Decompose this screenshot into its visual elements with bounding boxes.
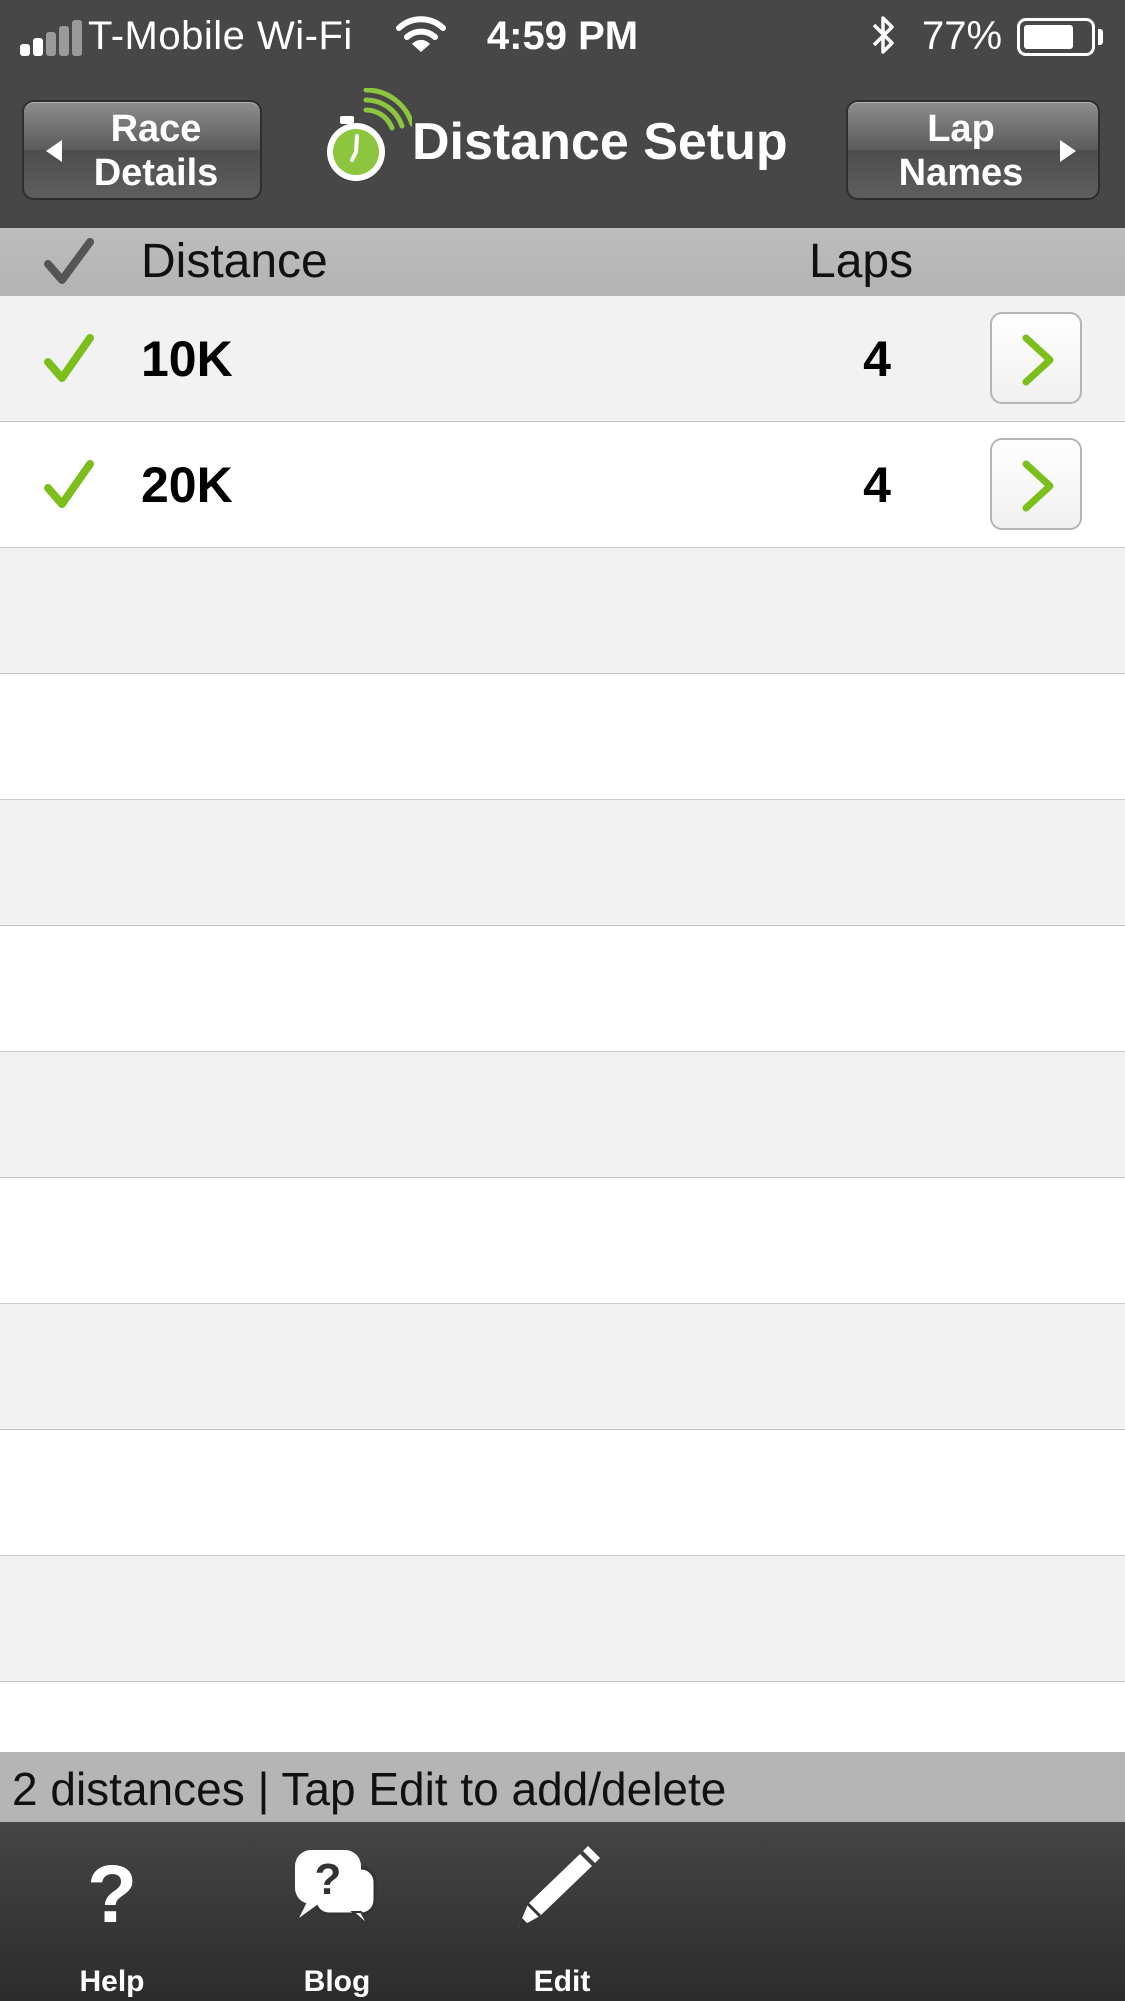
green-check-icon[interactable] [44,334,94,387]
lap-names-forward-button[interactable]: Lap Names [846,100,1100,200]
row-detail-button[interactable] [990,438,1082,530]
chevron-right-icon [1022,334,1054,386]
edit-tab-label: Edit [533,1965,591,1998]
lap-count: 4 [863,331,891,387]
chevron-right-icon [1022,460,1054,512]
distance-column-header: Distance [141,235,328,288]
bottom-toolbar: ? Help ? Blog Edit [0,1822,1125,2001]
empty-row [0,926,1125,1052]
table-column-header: Distance Laps [0,228,1125,296]
battery-fill [1024,25,1074,49]
navigation-bar: Race Details Distance Setup Lap Names [0,76,1125,228]
distance-table: 10K 4 20K 4 [0,296,1125,1742]
row-detail-button[interactable] [990,312,1082,404]
battery-percentage: 77% [922,14,1003,58]
empty-row [0,1430,1125,1556]
empty-row [0,800,1125,926]
empty-row [0,1304,1125,1430]
status-bar: T-Mobile Wi-Fi 4:59 PM 77% [0,0,1125,76]
back-arrow-icon [46,140,62,162]
empty-row [0,1556,1125,1682]
forward-arrow-icon [1060,140,1076,162]
help-tab-label: Help [79,1965,145,1998]
green-check-icon[interactable] [44,460,94,513]
select-all-check-icon[interactable] [44,238,94,296]
battery-cap [1098,29,1103,45]
bluetooth-icon [870,12,898,68]
help-tab-button[interactable]: ? Help [32,1822,192,2001]
stopwatch-logo-icon [326,87,415,186]
empty-row [0,1178,1125,1304]
chat-bubbles-icon: ? [257,1846,417,1936]
question-mark-icon: ? [32,1846,192,1940]
pencil-icon [482,1846,642,1936]
race-details-back-button[interactable]: Race Details [22,100,262,200]
page-title: Distance Setup [412,113,788,171]
distance-count-status: 2 distances | Tap Edit to add/delete [12,1763,727,1815]
svg-text:?: ? [87,1849,137,1936]
distance-name: 20K [141,457,233,513]
edit-tab-button[interactable]: Edit [482,1822,642,2001]
svg-text:?: ? [315,1855,342,1904]
empty-row [0,1682,1125,1742]
laps-column-header: Laps [809,235,914,288]
table-row[interactable]: 20K 4 [0,422,1125,548]
blog-tab-button[interactable]: ? Blog [257,1822,417,2001]
empty-row [0,674,1125,800]
battery-icon [1017,18,1095,56]
table-row[interactable]: 10K 4 [0,296,1125,422]
empty-row [0,1052,1125,1178]
footer-status-bar: 2 distances | Tap Edit to add/delete [0,1752,1125,1822]
lap-count: 4 [863,457,891,513]
distance-name: 10K [141,331,233,387]
empty-row [0,548,1125,674]
blog-tab-label: Blog [303,1965,371,1998]
